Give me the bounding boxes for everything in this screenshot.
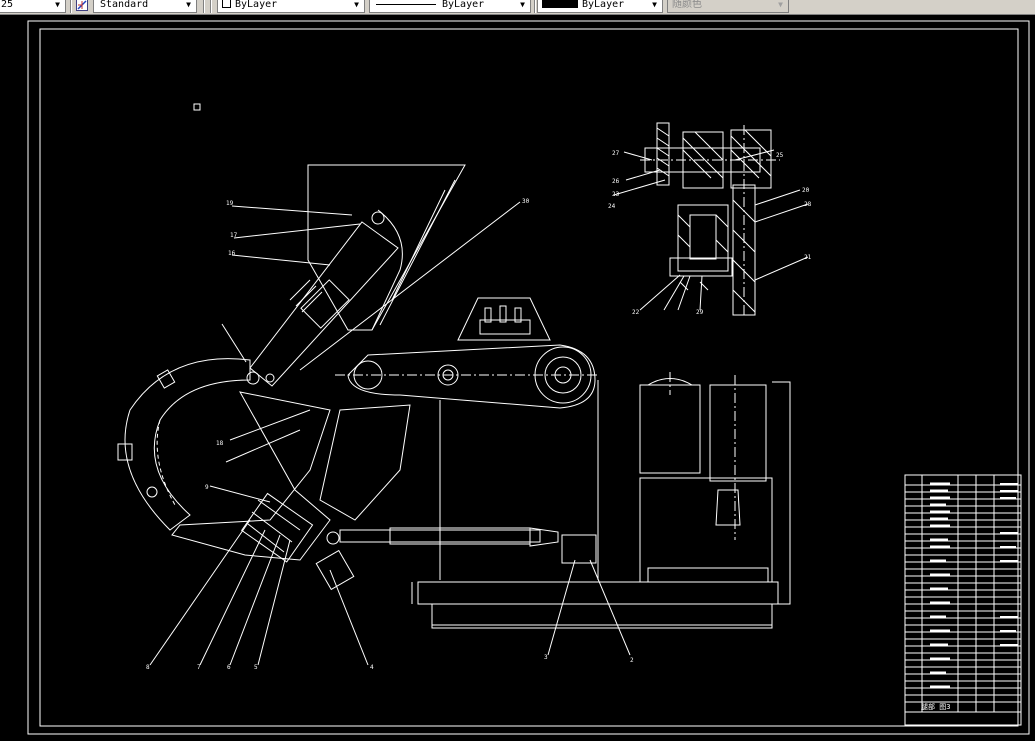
text-style-value: 25: [1, 0, 14, 10]
pedestal-base: [647, 567, 769, 583]
part-label: 19: [226, 200, 234, 207]
plot-style-value: 随颜色: [672, 0, 702, 10]
title-block-name: 腿部 图3: [921, 702, 950, 711]
part-label: 16: [228, 250, 236, 257]
pivot-pin: [265, 373, 275, 383]
color-swatch-icon: [222, 0, 231, 8]
part-label: 20: [802, 187, 810, 194]
leg-arm: [249, 221, 399, 387]
pedestal: [639, 477, 773, 583]
chevron-down-icon: ▼: [778, 0, 783, 9]
part-label: 28: [804, 201, 812, 208]
sheet-border: [27, 20, 1030, 735]
lineweight-preview-icon: [542, 0, 578, 8]
part-label: 6: [227, 664, 231, 671]
part-label: 17: [230, 232, 238, 239]
part-label: 22: [632, 309, 640, 316]
base-plate: [417, 581, 779, 605]
part-label: 2: [630, 657, 634, 664]
coupling: [715, 489, 741, 526]
chevron-down-icon: ▼: [186, 0, 191, 9]
dimension-style-value: Standard: [100, 0, 149, 10]
frame-column: [439, 380, 599, 580]
linetype-preview-icon: [376, 4, 436, 5]
hopper: [307, 164, 466, 331]
rod-eye: [326, 531, 340, 545]
part-label: 7: [197, 664, 201, 671]
piston-end: [529, 527, 559, 547]
linetype-dropdown[interactable]: ByLayer ▼: [369, 0, 531, 13]
plot-style-dropdown: 随颜色 ▼: [667, 0, 789, 13]
toolbar-separator: [534, 0, 536, 13]
toolbar-separator: [70, 0, 72, 13]
layer-color-value: ByLayer: [235, 0, 278, 10]
pivot-pin: [371, 211, 385, 225]
link-beam: [347, 344, 596, 409]
leader-lines: [613, 149, 809, 311]
text-style-dropdown[interactable]: 25 ▼: [0, 0, 66, 13]
parts-list: [904, 474, 1022, 726]
part-label: 4: [370, 664, 374, 671]
chevron-down-icon: ▼: [354, 0, 359, 9]
cylinder-body: [300, 279, 350, 329]
part-label: 30: [522, 198, 530, 205]
ankle-hatch: [247, 499, 301, 553]
part-label: 27: [612, 150, 620, 157]
part-label: 18: [216, 440, 224, 447]
boot-side: [319, 404, 411, 521]
chevron-down-icon: ▼: [652, 0, 657, 9]
toolbar-separator: [210, 0, 212, 13]
ring-centerline: [156, 419, 176, 506]
leader-lines: [209, 201, 521, 503]
chevron-down-icon: ▼: [520, 0, 525, 9]
chevron-down-icon: ▼: [55, 0, 60, 9]
ring-bolt: [146, 486, 158, 498]
part-label: 24: [608, 203, 616, 210]
base-footing: [431, 603, 773, 629]
motor-housing: [639, 384, 701, 474]
drawing-frame: [39, 28, 1019, 727]
part-label: 3: [544, 654, 548, 661]
linetype-value: ByLayer: [442, 0, 485, 10]
drawing-canvas[interactable]: 19 17 16 30 9 8 7 6 5 4 3 2 27 26 23 24 …: [0, 15, 1035, 741]
part-label: 29: [696, 309, 704, 316]
pivot-pin: [246, 371, 260, 385]
part-label: 9: [205, 484, 209, 491]
ring-guard: [124, 358, 251, 531]
dimension-style-dropdown[interactable]: Standard ▼: [93, 0, 197, 13]
lineweight-value: ByLayer: [582, 0, 625, 10]
part-label: 21: [804, 254, 812, 261]
part-label: 25: [776, 152, 784, 159]
toolbar-separator: [203, 0, 205, 13]
gearbox: [709, 384, 767, 482]
cad-drawing[interactable]: 19 17 16 30 9 8 7 6 5 4 3 2 27 26 23 24 …: [0, 15, 1035, 741]
motor-centerline: [669, 372, 736, 540]
layer-color-dropdown[interactable]: ByLayer ▼: [217, 0, 365, 13]
properties-toolbar: 25 ▼ Standard ▼ ByLayer ▼ ByLayer ▼ ByLa…: [0, 0, 1035, 15]
hopper-wall: [379, 179, 456, 326]
cylinder-hatch: [289, 279, 323, 313]
lineweight-dropdown[interactable]: ByLayer ▼: [537, 0, 663, 13]
part-label: 23: [612, 191, 620, 198]
height-dimension: [772, 381, 791, 605]
ucs-marker: [193, 103, 201, 111]
part-label: 8: [146, 664, 150, 671]
dimension-style-icon[interactable]: [76, 0, 88, 11]
part-label: 26: [612, 178, 620, 185]
part-label: 5: [254, 664, 258, 671]
clevis-block: [561, 534, 597, 564]
